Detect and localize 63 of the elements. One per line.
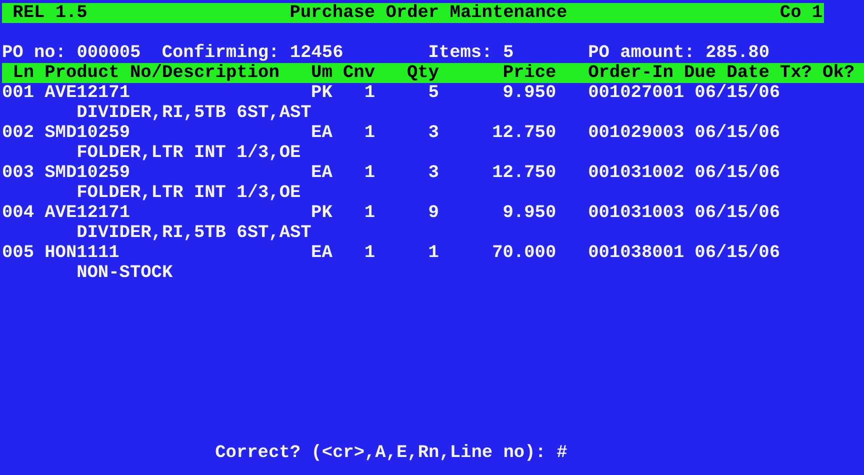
column-header: Price	[502, 63, 556, 83]
command-prompt: Correct? (<cr>,A,E,Rn,Line no): #	[215, 443, 568, 463]
table-cell: HON1111	[44, 243, 120, 263]
table-cell: 002	[2, 123, 34, 143]
table-cell: 001038001	[588, 243, 684, 263]
column-header: Product No/Description	[44, 63, 280, 83]
table-cell: NON-STOCK	[76, 263, 173, 283]
table-cell: PK	[311, 83, 332, 103]
table-cell: 003	[2, 163, 34, 183]
po-number: PO no: 000005	[2, 43, 141, 63]
confirming-number: Confirming: 12456	[162, 43, 344, 63]
column-header: Due Date	[684, 63, 770, 83]
table-cell: 004	[2, 203, 34, 223]
table-cell: 1	[364, 123, 375, 143]
table-cell: 12.750	[492, 163, 556, 183]
table-cell: 12.750	[492, 123, 556, 143]
table-cell: 06/15/06	[694, 243, 780, 263]
table-cell: FOLDER,LTR INT 1/3,OE	[76, 143, 301, 163]
table-cell: 9.950	[502, 83, 556, 103]
table-cell: 001029003	[588, 123, 684, 143]
column-header: Ln	[12, 63, 34, 83]
column-header: Um	[311, 63, 332, 83]
screen-title: Purchase Order Maintenance	[290, 3, 568, 23]
table-cell: DIVIDER,RI,5TB 6ST,AST	[76, 223, 312, 243]
table-cell: 1	[364, 83, 375, 103]
table-cell: 9.950	[502, 203, 556, 223]
table-cell: 9	[428, 203, 439, 223]
table-cell: 06/15/06	[694, 83, 780, 103]
table-cell: EA	[311, 163, 332, 183]
table-cell: 1	[428, 243, 439, 263]
table-cell: SMD10259	[44, 123, 130, 143]
column-header: Qty	[406, 63, 439, 83]
table-cell: 06/15/06	[694, 203, 780, 223]
column-header: Tx?	[780, 63, 812, 83]
table-cell: 1	[364, 163, 375, 183]
table-cell: EA	[311, 123, 332, 143]
table-cell: 06/15/06	[694, 123, 780, 143]
table-cell: 001031003	[588, 203, 684, 223]
table-cell: 001	[2, 83, 34, 103]
table-cell: 1	[364, 243, 375, 263]
column-header: Ok?	[822, 63, 855, 83]
table-cell: 3	[428, 123, 439, 143]
table-cell: FOLDER,LTR INT 1/3,OE	[76, 183, 301, 203]
release-label: REL 1.5	[12, 3, 88, 23]
table-cell: PK	[311, 203, 332, 223]
table-cell: 005	[2, 243, 34, 263]
table-cell: 5	[428, 83, 439, 103]
items-count: Items: 5	[428, 43, 514, 63]
table-cell: 70.000	[492, 243, 556, 263]
table-cell: 3	[428, 163, 439, 183]
column-header: Cnv	[343, 63, 376, 83]
company-label: Co 1	[780, 3, 823, 23]
table-cell: 06/15/06	[694, 163, 780, 183]
table-cell: DIVIDER,RI,5TB 6ST,AST	[76, 103, 312, 123]
table-cell: 001027001	[588, 83, 684, 103]
po-amount: PO amount: 285.80	[588, 43, 770, 63]
table-cell: 001031002	[588, 163, 684, 183]
table-cell: AVE12171	[44, 83, 130, 103]
table-cell: SMD10259	[44, 163, 130, 183]
column-header: Order-In	[588, 63, 674, 83]
table-cell: 1	[364, 203, 375, 223]
table-cell: AVE12171	[44, 203, 130, 223]
table-cell: EA	[311, 243, 332, 263]
